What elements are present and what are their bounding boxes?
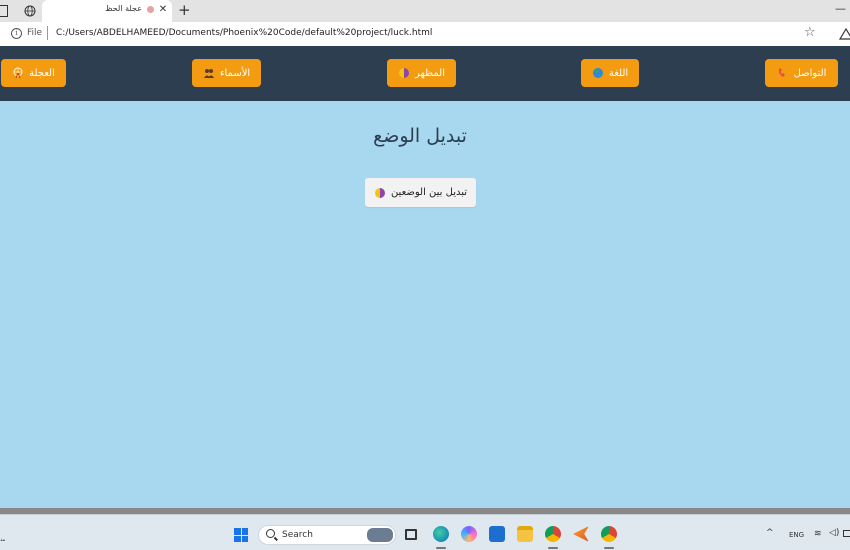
profile-icon[interactable] — [838, 27, 850, 41]
browser-tab[interactable]: عجلة الحظ ✕ — [42, 0, 172, 22]
search-highlight-icon — [367, 528, 393, 542]
url-field[interactable]: C:/Users/ABDELHAMEED/Documents/Phoenix%2… — [56, 28, 432, 38]
arrow-app-icon[interactable] — [573, 526, 589, 542]
ferris-wheel-icon — [13, 67, 23, 79]
copilot-icon[interactable] — [461, 526, 477, 542]
battery-icon[interactable] — [843, 530, 850, 537]
star-icon[interactable]: ☆ — [804, 25, 816, 40]
tray-expand-icon[interactable]: ^ — [766, 528, 774, 538]
info-icon[interactable]: i — [11, 28, 22, 39]
page-title: تبديل الوضع — [373, 125, 467, 147]
tray-language[interactable]: ENG — [789, 531, 804, 539]
task-view-icon[interactable] — [405, 529, 417, 540]
search-label: Search — [282, 530, 313, 540]
file-explorer-icon[interactable] — [517, 526, 533, 542]
edge-active-indicator — [436, 547, 446, 549]
chrome-icon[interactable] — [545, 526, 561, 542]
address-bar: i File C:/Users/ABDELHAMEED/Documents/Ph… — [0, 22, 850, 46]
toggle-mode-button[interactable]: تبديل بين الوضعين — [365, 178, 476, 207]
nav-label-contact: التواصل — [793, 67, 827, 79]
tab-close-button[interactable]: ✕ — [158, 3, 168, 17]
nav-button-wheel[interactable]: العجلة — [1, 59, 66, 87]
volume-icon[interactable]: ◁) — [829, 528, 839, 538]
wifi-icon[interactable]: ≋ — [814, 529, 822, 539]
nav-button-contact[interactable]: التواصل — [765, 59, 838, 87]
minimize-button[interactable]: — — [835, 2, 846, 15]
nav-label-language: اللغة — [608, 67, 629, 79]
windows-start-icon[interactable] — [234, 528, 248, 542]
half-circle-icon — [374, 187, 385, 198]
nav-button-names[interactable]: الأسماء — [192, 59, 261, 87]
people-icon — [203, 69, 214, 78]
chrome-active-indicator — [548, 547, 558, 549]
nav-button-theme[interactable]: المظهر — [387, 59, 456, 87]
chrome-profile-icon[interactable] — [601, 526, 617, 542]
store-icon[interactable] — [489, 526, 505, 542]
globe-icon — [24, 5, 36, 17]
half-circle-icon — [399, 68, 410, 78]
new-tab-button[interactable]: + — [178, 1, 191, 19]
address-separator — [47, 26, 48, 40]
nav-label-theme: المظهر — [415, 67, 445, 79]
tab-favicon-icon — [147, 6, 154, 13]
tab-title: عجلة الحظ — [105, 4, 142, 13]
taskbar-left-text: مد — [0, 537, 6, 543]
nav-label-names: الأسماء — [219, 67, 251, 79]
taskbar: مد Search ^ ENG ≋ ◁) — [0, 514, 850, 550]
nav-button-language[interactable]: اللغة — [581, 59, 639, 87]
window-menu-icon[interactable] — [0, 5, 8, 17]
search-icon — [266, 529, 275, 538]
navbar: العجلة الأسماء المظهر اللغة التواصل — [0, 46, 850, 101]
toggle-mode-label: تبديل بين الوضعين — [390, 187, 468, 198]
browser-tab-bar: عجلة الحظ ✕ + — — [0, 0, 850, 22]
nav-label-wheel: العجلة — [29, 67, 55, 79]
phone-icon — [778, 68, 785, 77]
chrome-profile-active-indicator — [604, 547, 614, 549]
address-prefix: File — [27, 28, 43, 38]
taskbar-search[interactable]: Search — [258, 525, 396, 545]
globe-icon — [592, 68, 603, 78]
edge-icon[interactable] — [433, 526, 449, 542]
